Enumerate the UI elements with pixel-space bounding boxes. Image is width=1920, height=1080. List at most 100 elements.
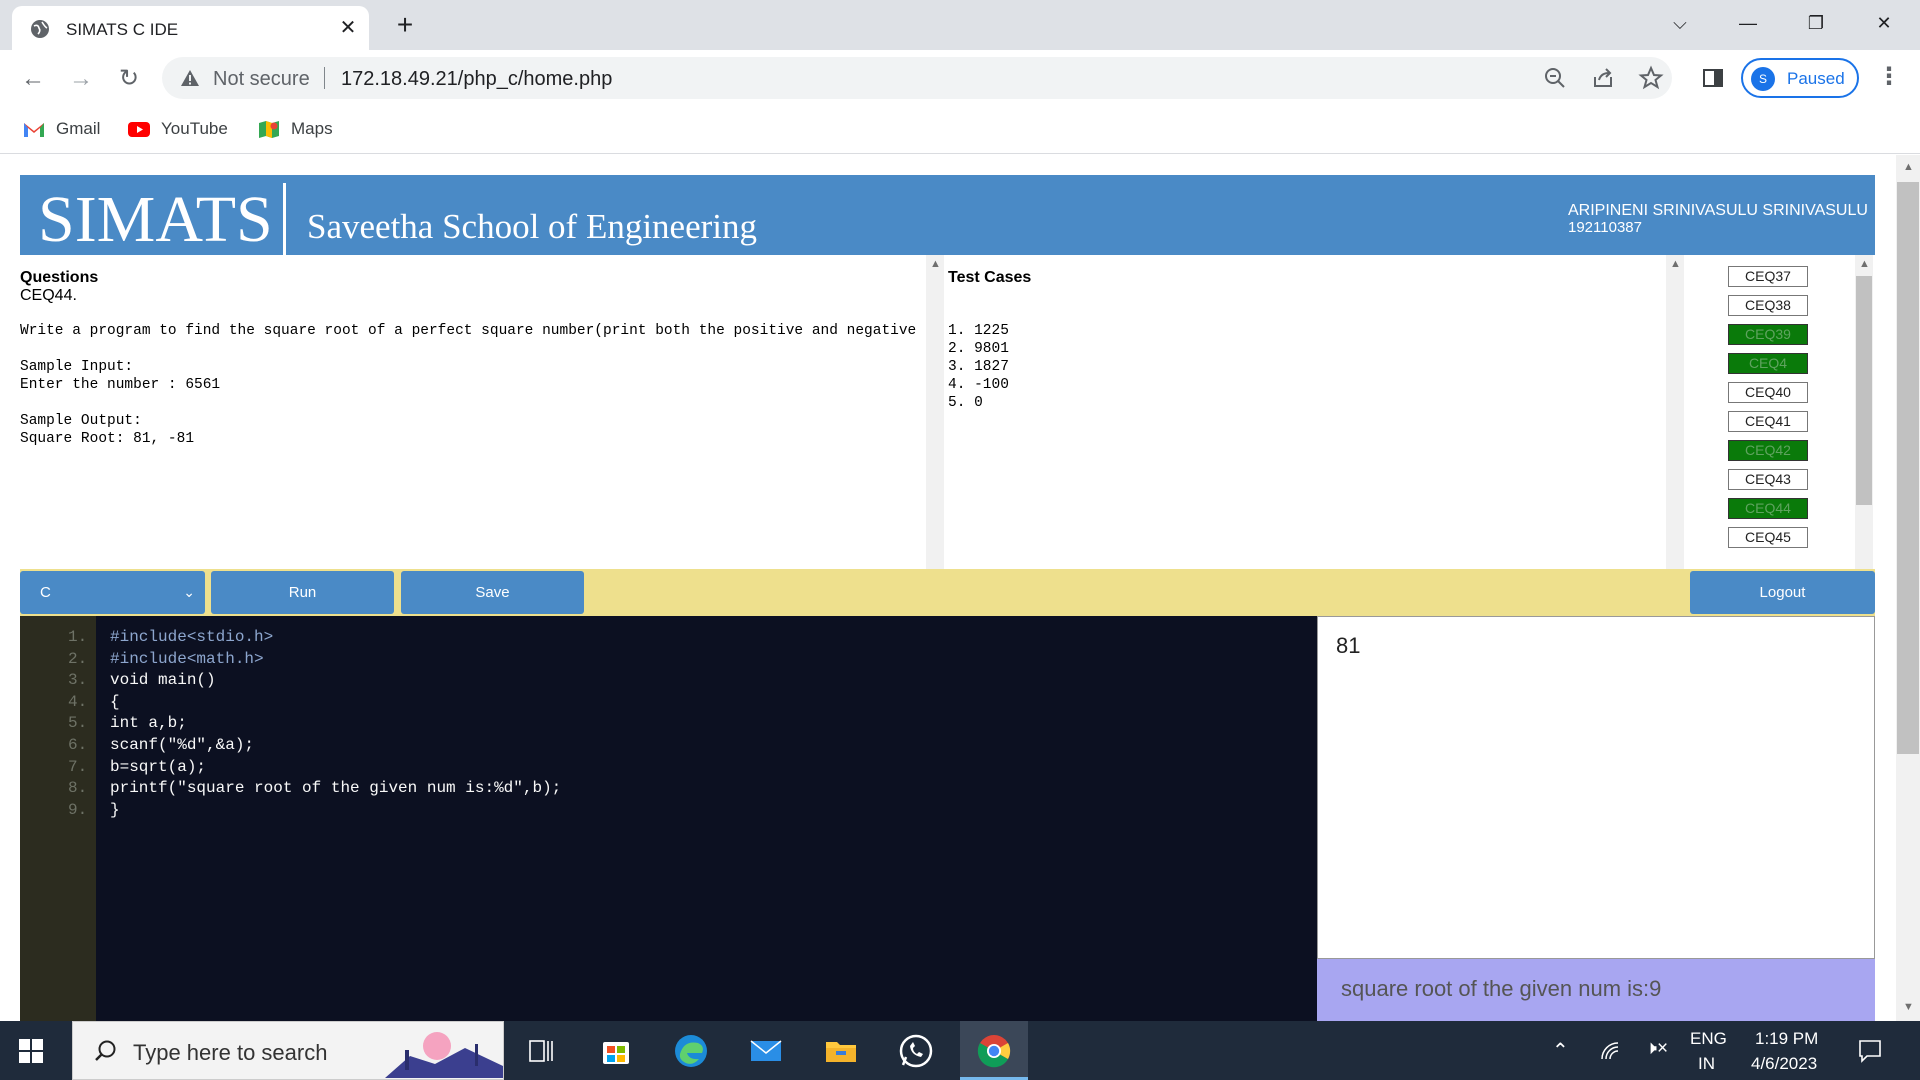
scroll-down-icon[interactable]: ▼ (1903, 1001, 1914, 1013)
profile-button[interactable]: S Paused (1741, 58, 1859, 98)
volume-muted-icon[interactable]: 🕨× (1645, 1038, 1668, 1060)
code-line[interactable]: void main() (110, 671, 216, 689)
tab-search-chevron-icon[interactable]: ⌵ (1657, 6, 1703, 40)
search-icon (95, 1040, 116, 1061)
browser-tab[interactable]: SIMATS C IDE ✕ (12, 6, 369, 50)
maps-icon (259, 121, 279, 138)
code-line[interactable]: int a,b; (110, 714, 187, 732)
divider (324, 67, 325, 89)
back-icon[interactable]: ← (18, 64, 48, 94)
forward-icon[interactable]: → (66, 64, 96, 94)
question-vertical-scrollbar[interactable]: ▲ ▼ (926, 255, 944, 588)
close-tab-icon[interactable]: ✕ (335, 15, 361, 41)
bookmarks-bar: Gmail YouTube Maps (0, 106, 1920, 154)
test-cases-heading: Test Cases (948, 269, 1032, 286)
question-button-ceq45[interactable]: CEQ45 (1728, 527, 1808, 548)
question-list-scrollbar[interactable]: ▲ ▼ (1855, 255, 1873, 588)
question-pane: Questions CEQ44. Write a program to find… (20, 255, 925, 588)
scroll-up-icon[interactable]: ▲ (1859, 258, 1870, 270)
chrome-icon[interactable] (975, 1032, 1013, 1070)
address-bar[interactable]: Not secure 172.18.49.21/php_c/home.php (162, 57, 1672, 99)
youtube-icon (128, 122, 150, 137)
code-line[interactable]: b=sqrt(a); (110, 758, 206, 776)
question-button-ceq41[interactable]: CEQ41 (1728, 411, 1808, 432)
question-button-ceq42[interactable]: CEQ42 (1728, 440, 1808, 461)
minimize-icon[interactable]: — (1725, 6, 1771, 40)
code-line[interactable]: #include<math.h> (110, 650, 264, 668)
language-indicator[interactable]: ENG (1690, 1029, 1727, 1049)
restore-icon[interactable]: ❐ (1793, 6, 1839, 40)
question-button-ceq44[interactable]: CEQ44 (1728, 498, 1808, 519)
code-line[interactable]: } (110, 801, 120, 819)
question-button-ceq43[interactable]: CEQ43 (1728, 469, 1808, 490)
profile-status: Paused (1787, 69, 1845, 88)
test-cases-vertical-scrollbar[interactable]: ▲ ▼ (1666, 255, 1684, 588)
line-number: 3. (68, 671, 88, 689)
url-text[interactable]: 172.18.49.21/php_c/home.php (341, 68, 612, 91)
browser-tab-bar: SIMATS C IDE ✕ + ⌵ — ❐ ✕ (0, 0, 1920, 50)
close-window-icon[interactable]: ✕ (1861, 6, 1907, 40)
language-region[interactable]: IN (1698, 1054, 1715, 1074)
task-view-icon[interactable] (522, 1032, 560, 1070)
code-line[interactable]: printf("square root of the given num is:… (110, 779, 561, 797)
test-cases-list: 1. 1225 2. 9801 3. 1827 4. -100 5. 0 (948, 322, 1009, 412)
scroll-thumb[interactable] (1856, 276, 1872, 505)
menu-icon[interactable]: ⋮ (1874, 62, 1904, 92)
user-name: ARIPINENI SRINIVASULU SRINIVASULU (1568, 202, 1868, 219)
windows-start-icon[interactable] (18, 1038, 44, 1064)
code-line[interactable]: #include<stdio.h> (110, 628, 273, 646)
code-line[interactable]: { (110, 693, 120, 711)
bookmark-gmail[interactable]: Gmail (22, 114, 100, 144)
scroll-up-icon[interactable]: ▲ (1670, 258, 1681, 270)
scroll-up-icon[interactable]: ▲ (1903, 161, 1914, 173)
code-line[interactable]: scanf("%d",&a); (110, 736, 254, 754)
zoom-icon[interactable] (1542, 65, 1568, 91)
test-case-item: 2. 9801 (948, 341, 1009, 357)
question-button-ceq39[interactable]: CEQ39 (1728, 324, 1808, 345)
test-case-item: 1. 1225 (948, 323, 1009, 339)
question-button-ceq37[interactable]: CEQ37 (1728, 266, 1808, 287)
question-button-ceq38[interactable]: CEQ38 (1728, 295, 1808, 316)
bookmark-label: Maps (291, 119, 333, 138)
whatsapp-icon[interactable] (897, 1032, 935, 1070)
share-icon[interactable] (1590, 65, 1616, 91)
browser-toolbar: ← → ↻ Not secure 172.18.49.21/php_c/home… (0, 50, 1920, 106)
taskbar-search[interactable]: Type here to search (72, 1021, 504, 1080)
wifi-icon[interactable] (1600, 1041, 1622, 1061)
question-button-ceq4[interactable]: CEQ4 (1728, 353, 1808, 374)
gmail-icon (24, 123, 44, 137)
security-label[interactable]: Not secure (213, 68, 310, 91)
line-number-gutter: 1. 2. 3. 4. 5. 6. 7. 8. 9. (20, 616, 96, 1021)
run-button[interactable]: Run (211, 571, 394, 614)
code-editor[interactable]: 1. 2. 3. 4. 5. 6. 7. 8. 9. #include<stdi… (20, 616, 1317, 1021)
notifications-icon[interactable] (1857, 1038, 1883, 1064)
question-id: CEQ44. (20, 287, 77, 304)
language-select[interactable]: C ⌄ (20, 571, 205, 614)
brand-logo: SIMATS (38, 183, 273, 256)
stdin-value[interactable]: 81 (1336, 633, 1360, 659)
save-button[interactable]: Save (401, 571, 584, 614)
user-id: 192110387 (1568, 219, 1642, 236)
microsoft-store-icon[interactable] (597, 1032, 635, 1070)
clock-date[interactable]: 4/6/2023 (1751, 1054, 1817, 1074)
tray-chevron-icon[interactable]: ⌃ (1552, 1038, 1569, 1063)
file-explorer-icon[interactable] (822, 1032, 860, 1070)
star-icon[interactable] (1638, 65, 1664, 91)
bookmark-youtube[interactable]: YouTube (127, 114, 228, 144)
bookmark-maps[interactable]: Maps (257, 114, 333, 144)
page-scroll-thumb[interactable] (1897, 182, 1919, 754)
side-panel-icon[interactable] (1700, 65, 1726, 91)
brand-subtitle: Saveetha School of Engineering (307, 207, 758, 246)
mail-icon[interactable] (747, 1032, 785, 1070)
edge-icon[interactable] (672, 1032, 710, 1070)
chevron-down-icon: ⌄ (183, 584, 195, 600)
clock-time[interactable]: 1:19 PM (1755, 1029, 1818, 1049)
language-value: C (40, 584, 51, 601)
line-number: 4. (68, 693, 88, 711)
logout-button[interactable]: Logout (1690, 571, 1875, 614)
reload-icon[interactable]: ↻ (114, 64, 144, 94)
question-button-ceq40[interactable]: CEQ40 (1728, 382, 1808, 403)
input-output-area[interactable]: 81 (1317, 616, 1875, 959)
scroll-up-icon[interactable]: ▲ (930, 258, 941, 270)
new-tab-icon[interactable]: + (390, 10, 420, 40)
